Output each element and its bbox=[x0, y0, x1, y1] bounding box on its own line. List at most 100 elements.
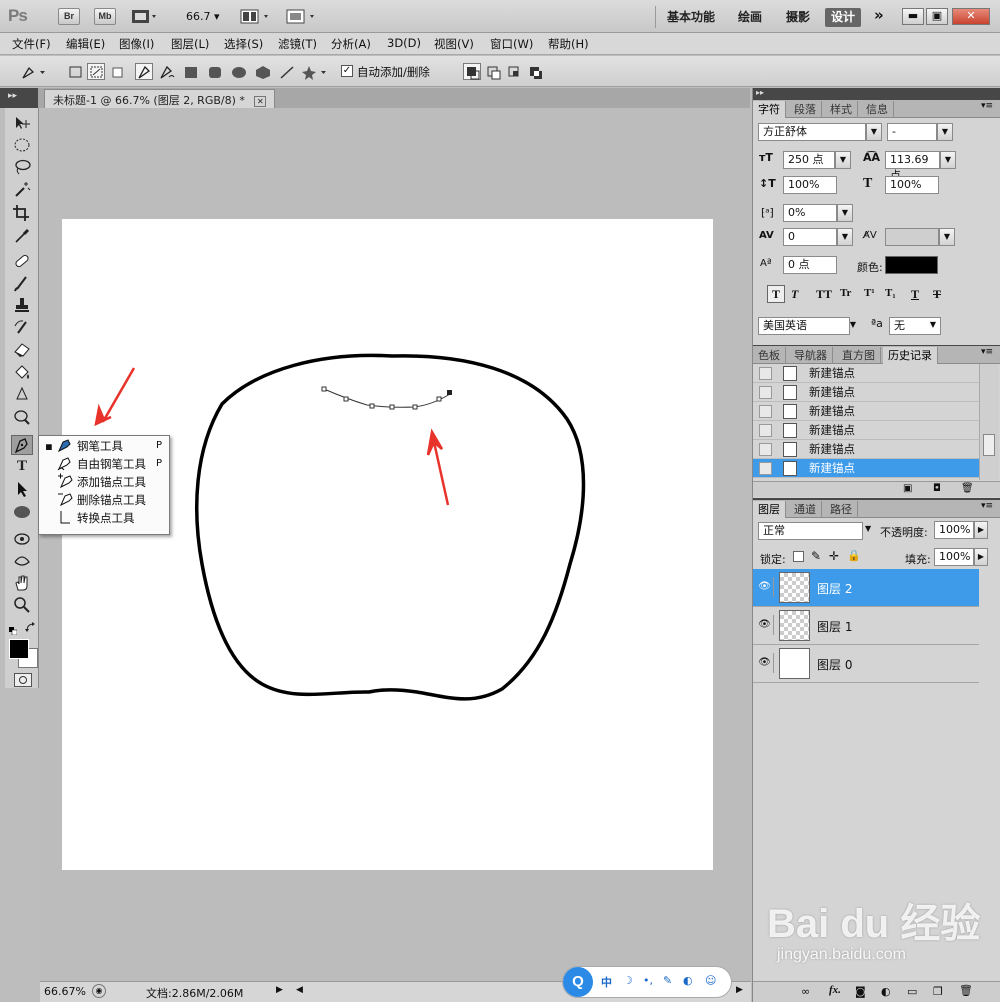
menu-image[interactable]: 图像(I) bbox=[119, 36, 154, 52]
quick-selection-tool[interactable] bbox=[11, 180, 33, 200]
lock-transparent-icon[interactable] bbox=[793, 551, 804, 562]
maximize-button[interactable]: ▣ bbox=[926, 8, 948, 25]
lock-all-icon[interactable]: 🔒 bbox=[847, 549, 861, 562]
ime-moon-icon[interactable]: ☽ bbox=[623, 974, 633, 987]
text-color-swatch[interactable] bbox=[885, 256, 938, 274]
history-scrollbar[interactable] bbox=[979, 364, 999, 480]
marquee-tool[interactable] bbox=[11, 136, 33, 156]
eraser-tool[interactable] bbox=[11, 340, 33, 360]
horizontal-scale-field[interactable]: 100% bbox=[885, 176, 939, 194]
polygon-tool-option[interactable] bbox=[253, 63, 271, 80]
font-style-dropdown[interactable]: ▼ bbox=[937, 123, 953, 141]
tab-info[interactable]: 信息 bbox=[861, 101, 894, 118]
visibility-eye-icon[interactable]: 👁 bbox=[756, 653, 774, 673]
menu-edit[interactable]: 编辑(E) bbox=[66, 36, 105, 52]
antialias-dropdown[interactable]: ▼ bbox=[925, 317, 941, 335]
subtract-path-button[interactable] bbox=[484, 63, 502, 80]
move-tool[interactable] bbox=[11, 114, 33, 134]
quick-mask-button[interactable] bbox=[14, 673, 32, 687]
3d-rotate-tool[interactable] bbox=[11, 530, 33, 550]
ellipse-tool-option[interactable] bbox=[229, 63, 247, 80]
brush-tool[interactable] bbox=[11, 274, 33, 294]
link-layers-icon[interactable]: ∞ bbox=[801, 985, 810, 998]
paint-bucket-tool[interactable] bbox=[11, 364, 33, 384]
collapse-panels-icon[interactable]: ▸▸ bbox=[756, 88, 764, 97]
layer-style-icon[interactable]: fx. bbox=[829, 984, 841, 996]
tab-paragraph[interactable]: 段落 bbox=[789, 101, 822, 118]
scroll-left-icon[interactable]: ◀ bbox=[296, 985, 303, 995]
tracking-dropdown[interactable]: ▼ bbox=[939, 228, 955, 246]
bridge-button[interactable]: Br bbox=[58, 8, 80, 25]
ime-punctuation-icon[interactable]: •, bbox=[643, 974, 653, 987]
foreground-color-swatch[interactable] bbox=[9, 639, 29, 659]
status-menu-arrow-icon[interactable]: ▶ bbox=[276, 985, 283, 995]
strikethrough-button[interactable]: T bbox=[933, 287, 941, 302]
pen-tool[interactable] bbox=[11, 435, 33, 455]
delete-layer-icon[interactable]: 🗑 bbox=[959, 984, 973, 997]
tab-histogram[interactable]: 直方图 bbox=[837, 347, 881, 364]
baseline-shift-field[interactable]: 0 点 bbox=[783, 256, 837, 274]
type-tool[interactable]: T bbox=[11, 458, 33, 478]
faux-bold-button[interactable]: T bbox=[767, 285, 785, 303]
lock-position-icon[interactable]: ✛ bbox=[829, 549, 839, 563]
status-info-icon[interactable]: ◉ bbox=[92, 984, 106, 998]
document-tab[interactable]: 未标题-1 @ 66.7% (图层 2, RGB/8) * ✕ bbox=[44, 89, 276, 108]
tab-styles[interactable]: 样式 bbox=[825, 101, 858, 118]
layer-row-1[interactable]: 👁 图层 1 bbox=[753, 607, 979, 645]
menu-layer[interactable]: 图层(L) bbox=[171, 36, 209, 52]
underline-button[interactable]: T bbox=[911, 287, 919, 302]
arrange-documents-button[interactable] bbox=[240, 9, 272, 24]
spot-healing-tool[interactable] bbox=[11, 252, 33, 272]
shape-layers-button[interactable] bbox=[66, 63, 84, 80]
lock-image-icon[interactable]: ✎ bbox=[811, 549, 821, 563]
dodge-tool[interactable] bbox=[11, 408, 33, 428]
document-canvas[interactable] bbox=[62, 219, 713, 870]
freeform-pen-option[interactable] bbox=[157, 63, 175, 80]
history-item-selected[interactable]: 新建锚点 bbox=[753, 459, 979, 478]
history-item[interactable]: 新建锚点 bbox=[753, 402, 979, 421]
swap-colors-button[interactable] bbox=[25, 622, 37, 634]
blend-mode-dropdown-icon[interactable]: ▼ bbox=[865, 524, 871, 533]
history-menu-icon[interactable]: ▾≡ bbox=[981, 347, 993, 357]
workspace-photography[interactable]: 摄影 bbox=[780, 8, 816, 27]
flyout-freeform-pen-tool[interactable]: 自由钢笔工具 P bbox=[39, 455, 169, 473]
history-brush-tool[interactable] bbox=[11, 318, 33, 338]
delete-state-icon[interactable]: 🗑 bbox=[961, 483, 974, 494]
mini-bridge-button[interactable]: Mb bbox=[94, 8, 116, 25]
fill-pixels-button[interactable] bbox=[108, 63, 126, 80]
visibility-eye-icon[interactable]: 👁 bbox=[756, 615, 774, 635]
kerning-field[interactable]: 0 bbox=[783, 228, 837, 246]
history-scroll-thumb[interactable] bbox=[983, 434, 995, 456]
auto-add-delete-checkbox[interactable]: ✓ bbox=[341, 65, 353, 77]
scroll-right-icon[interactable]: ▶ bbox=[736, 985, 743, 995]
font-size-dropdown[interactable]: ▼ bbox=[835, 151, 851, 169]
tab-character[interactable]: 字符 bbox=[753, 101, 786, 118]
history-item[interactable]: 新建锚点 bbox=[753, 440, 979, 459]
path-selection-tool[interactable] bbox=[11, 480, 33, 500]
menu-file[interactable]: 文件(F) bbox=[12, 36, 51, 52]
panel-menu-icon[interactable]: ▾≡ bbox=[981, 101, 993, 111]
flyout-add-anchor-tool[interactable]: 添加锚点工具 bbox=[39, 473, 169, 491]
ime-skin-icon[interactable]: ◐ bbox=[683, 974, 693, 987]
menu-filter[interactable]: 滤镜(T) bbox=[278, 36, 317, 52]
exclude-path-button[interactable] bbox=[526, 63, 544, 80]
ime-wrench-icon[interactable]: ✎ bbox=[663, 974, 672, 987]
hand-tool[interactable] bbox=[11, 574, 33, 594]
fill-slider-button[interactable]: ▶ bbox=[974, 548, 988, 566]
language-dropdown[interactable]: ▼ bbox=[845, 317, 861, 335]
flyout-convert-point-tool[interactable]: 转换点工具 bbox=[39, 509, 169, 527]
rectangle-tool-option[interactable] bbox=[181, 63, 199, 80]
custom-shape-option[interactable] bbox=[299, 63, 329, 80]
history-brush-source[interactable] bbox=[759, 367, 772, 380]
line-tool-option[interactable] bbox=[277, 63, 295, 80]
blur-tool[interactable] bbox=[11, 386, 33, 406]
minimize-button[interactable]: ▬ bbox=[902, 8, 924, 25]
menu-3d[interactable]: 3D(D) bbox=[387, 36, 421, 50]
view-extras-button[interactable] bbox=[131, 9, 159, 24]
zoom-dropdown[interactable]: 66.7 ▾ bbox=[186, 10, 220, 23]
close-document-icon[interactable]: ✕ bbox=[254, 96, 267, 107]
history-brush-source[interactable] bbox=[759, 462, 772, 475]
tracking-field[interactable] bbox=[885, 228, 939, 246]
more-workspaces-button[interactable]: » bbox=[874, 6, 884, 24]
menu-window[interactable]: 窗口(W) bbox=[490, 36, 533, 52]
